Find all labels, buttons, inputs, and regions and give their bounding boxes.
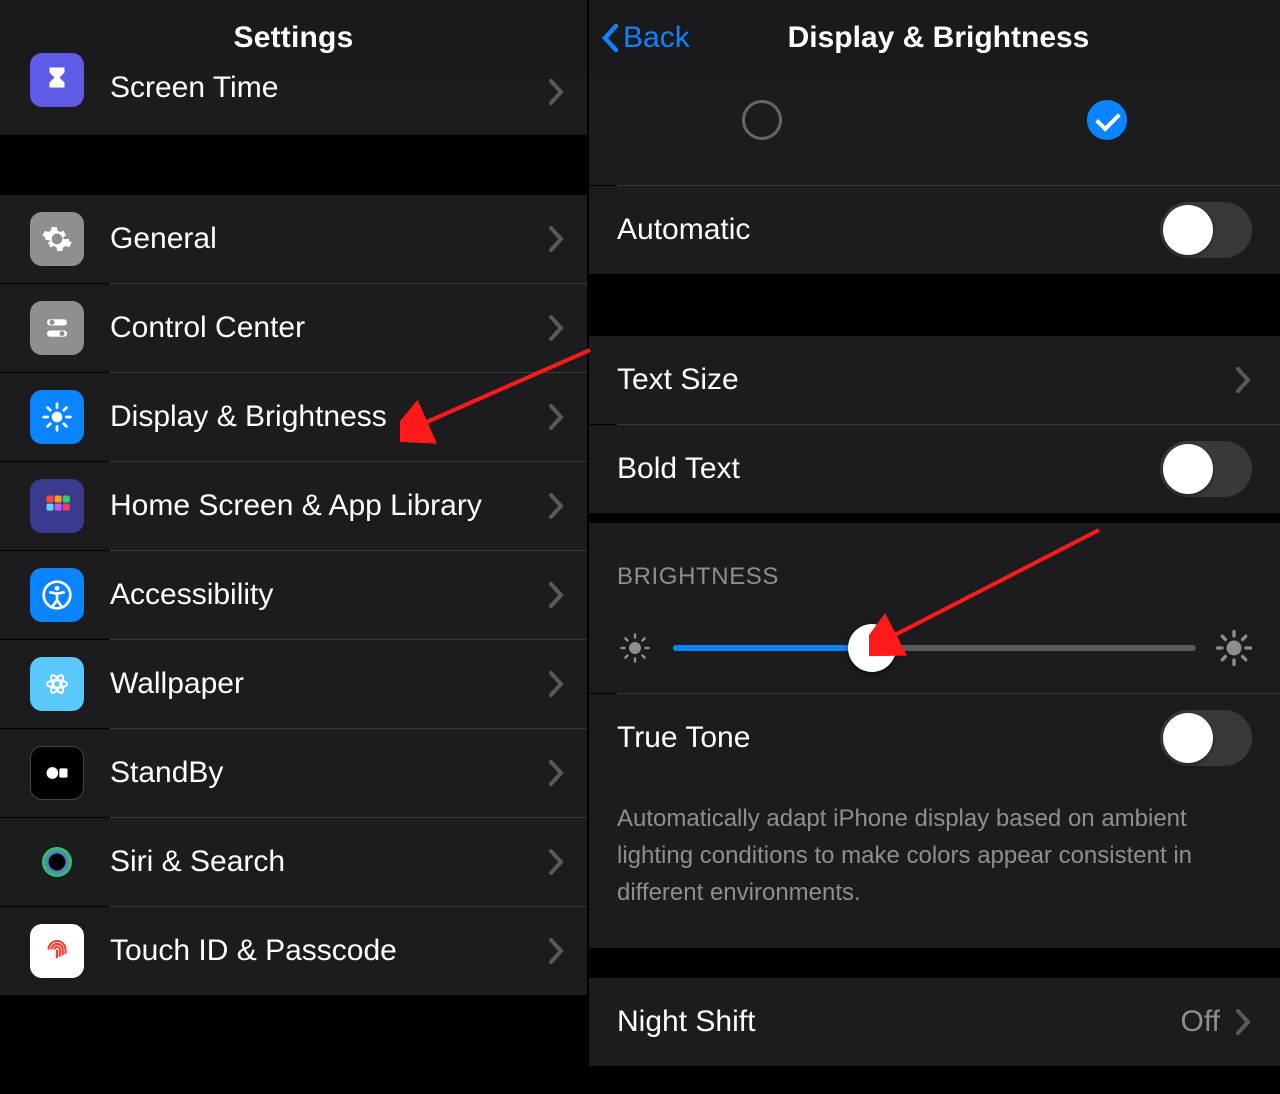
settings-header: Settings — [0, 0, 587, 75]
sun-small-icon — [617, 630, 653, 666]
settings-row-home-screen[interactable]: Home Screen & App Library — [0, 462, 587, 550]
appearance-selector — [589, 75, 1280, 185]
chevron-right-icon — [549, 226, 565, 252]
chevron-right-icon — [549, 493, 565, 519]
standby-icon — [30, 746, 84, 800]
true-tone-toggle[interactable] — [1160, 710, 1252, 766]
row-label: General — [110, 222, 549, 256]
night-shift-value: Off — [1181, 1005, 1220, 1039]
detail-title: Display & Brightness — [788, 21, 1090, 54]
appearance-dark-radio[interactable] — [1087, 100, 1127, 140]
wallpaper-icon — [30, 657, 84, 711]
switch-icon — [30, 301, 84, 355]
brightness-icon — [30, 390, 84, 444]
chevron-right-icon — [549, 79, 565, 105]
chevron-right-icon — [1236, 367, 1252, 393]
row-label: Wallpaper — [110, 667, 549, 701]
brightness-slider[interactable] — [673, 645, 1196, 651]
sun-large-icon — [1216, 630, 1252, 666]
fingerprint-icon — [30, 924, 84, 978]
bold-text-row: Bold Text — [589, 425, 1280, 513]
settings-row-accessibility[interactable]: Accessibility — [0, 551, 587, 639]
true-tone-label: True Tone — [617, 721, 1160, 755]
settings-row-siri-search[interactable]: Siri & Search — [0, 818, 587, 906]
row-label: Control Center — [110, 311, 549, 345]
settings-row-wallpaper[interactable]: Wallpaper — [0, 640, 587, 728]
row-label: Touch ID & Passcode — [110, 934, 549, 968]
automatic-row: Automatic — [589, 186, 1280, 274]
chevron-right-icon — [549, 404, 565, 430]
settings-row-control-center[interactable]: Control Center — [0, 284, 587, 372]
gear-icon — [30, 212, 84, 266]
text-size-row[interactable]: Text Size — [589, 336, 1280, 424]
accessibility-icon — [30, 568, 84, 622]
night-shift-row[interactable]: Night Shift Off — [589, 978, 1280, 1066]
row-label: StandBy — [110, 756, 549, 790]
chevron-left-icon — [601, 23, 619, 53]
bold-text-label: Bold Text — [617, 452, 1160, 486]
brightness-section-header: BRIGHTNESS — [589, 523, 1280, 603]
back-label: Back — [623, 21, 690, 55]
chevron-right-icon — [549, 938, 565, 964]
hourglass-icon — [30, 53, 84, 107]
settings-pane: Settings Screen Time General Control Cen… — [0, 0, 589, 1094]
row-label: Screen Time — [110, 71, 549, 105]
settings-row-general[interactable]: General — [0, 195, 587, 283]
chevron-right-icon — [549, 849, 565, 875]
back-button[interactable]: Back — [601, 21, 690, 55]
slider-thumb[interactable] — [848, 624, 896, 672]
settings-row-touchid[interactable]: Touch ID & Passcode — [0, 907, 587, 995]
settings-row-display-brightness[interactable]: Display & Brightness — [0, 373, 587, 461]
settings-row-screen-time[interactable]: Screen Time — [0, 75, 587, 135]
settings-title: Settings — [234, 21, 354, 55]
row-label: Display & Brightness — [110, 400, 549, 434]
chevron-right-icon — [1236, 1009, 1252, 1035]
automatic-label: Automatic — [617, 213, 1160, 247]
automatic-toggle[interactable] — [1160, 202, 1252, 258]
row-label: Accessibility — [110, 578, 549, 612]
brightness-slider-row — [589, 603, 1280, 693]
true-tone-footer: Automatically adapt iPhone display based… — [589, 782, 1280, 948]
bold-text-toggle[interactable] — [1160, 441, 1252, 497]
chevron-right-icon — [549, 582, 565, 608]
apps-icon — [30, 479, 84, 533]
settings-row-standby[interactable]: StandBy — [0, 729, 587, 817]
siri-icon — [30, 835, 84, 889]
chevron-right-icon — [549, 760, 565, 786]
true-tone-row: True Tone — [589, 694, 1280, 782]
row-label: Home Screen & App Library — [110, 489, 549, 523]
display-brightness-pane: Back Display & Brightness Automatic Text… — [589, 0, 1280, 1094]
chevron-right-icon — [549, 315, 565, 341]
chevron-right-icon — [549, 671, 565, 697]
detail-header: Back Display & Brightness — [589, 0, 1280, 75]
text-size-label: Text Size — [617, 363, 1236, 397]
appearance-light-radio[interactable] — [742, 100, 782, 140]
night-shift-label: Night Shift — [617, 1005, 1181, 1039]
row-label: Siri & Search — [110, 845, 549, 879]
